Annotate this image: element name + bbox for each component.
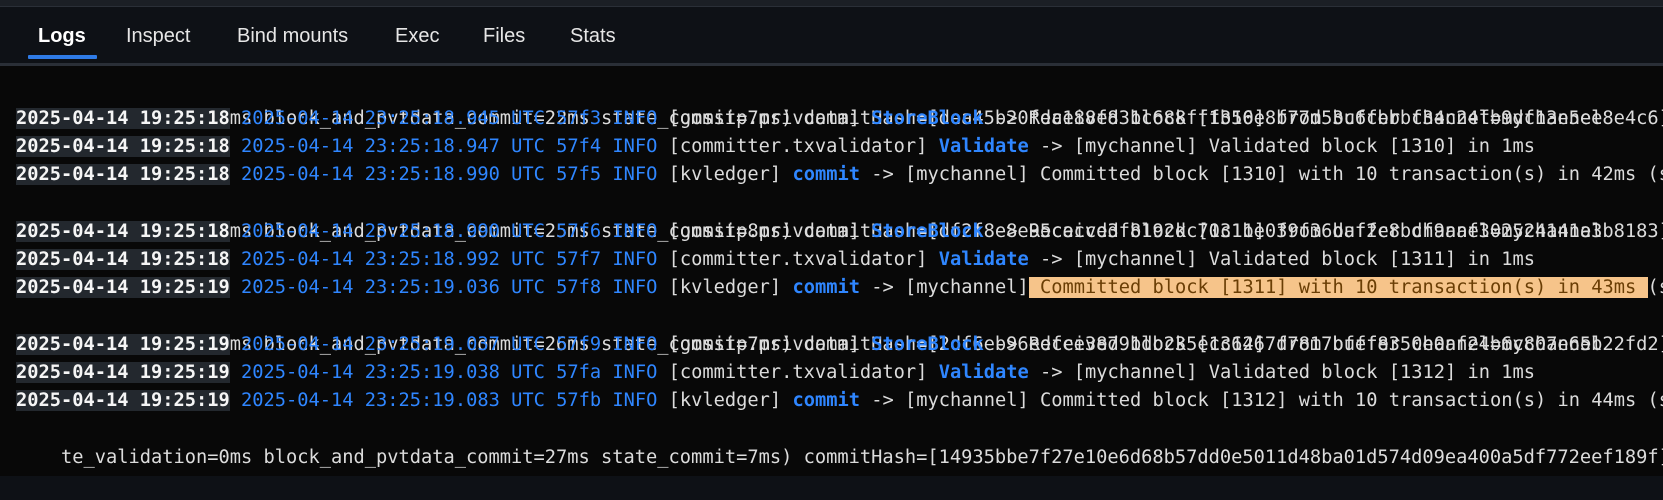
log-line: 2025-04-14 19:25:18 2025-04-14 23:25:18.… — [16, 105, 1603, 133]
log-id: 57f6 — [556, 221, 602, 242]
log-line: 2025-04-14 19:25:19 2025-04-14 23:25:19.… — [16, 359, 1535, 387]
host-timestamp: 2025-04-14 19:25:19 — [16, 277, 230, 298]
tab-bar: Logs Inspect Bind mounts Exec Files Stat… — [0, 7, 1663, 64]
log-continuation: te_validation=0ms block_and_pvtdata_comm… — [61, 447, 1663, 468]
log-output[interactable]: te_validation=0ms block_and_pvtdata_comm… — [0, 63, 1663, 476]
log-line: te_validation=0ms block_and_pvtdata_comm… — [16, 416, 1663, 468]
log-message: -> [mychannel] Committed block [1310] wi… — [859, 164, 1663, 185]
log-level: INFO — [612, 136, 658, 157]
log-module: [kvledger] — [668, 164, 782, 185]
log-message: -> Received block [1310] from buffer cha… — [983, 108, 1603, 129]
log-module: [kvledger] — [668, 390, 782, 411]
log-line: te_validation=0ms block_and_pvtdata_comm… — [16, 190, 1663, 242]
log-id: 57f8 — [556, 277, 602, 298]
log-function: Validate — [938, 136, 1029, 157]
tab-bind-mounts[interactable]: Bind mounts — [237, 25, 348, 48]
log-level: INFO — [612, 249, 658, 270]
log-message: -> Received block [1311] from buffer cha… — [983, 221, 1603, 242]
log-module: [kvledger] — [668, 277, 782, 298]
log-function: StoreBlock — [871, 334, 984, 355]
log-module: [gossip.privdata] — [668, 221, 860, 242]
log-function: commit — [792, 164, 860, 185]
log-level: INFO — [612, 362, 658, 383]
log-timestamp: 2025-04-14 23:25:18.990 UTC — [241, 221, 545, 242]
log-id: 57f4 — [556, 136, 602, 157]
log-timestamp: 2025-04-14 23:25:19.037 UTC — [241, 334, 545, 355]
log-id: 57fa — [556, 362, 602, 383]
log-message: -> [mychannel] Validated block [1311] in… — [1028, 249, 1536, 270]
host-timestamp: 2025-04-14 19:25:19 — [16, 390, 230, 411]
log-timestamp: 2025-04-14 23:25:19.083 UTC — [241, 390, 545, 411]
active-tab-indicator — [28, 55, 97, 59]
log-line: 2025-04-14 19:25:19 2025-04-14 23:25:19.… — [16, 274, 1663, 302]
log-module: [gossip.privdata] — [668, 108, 860, 129]
log-message: -> Received block [1312] from buffer cha… — [983, 334, 1603, 355]
log-level: INFO — [612, 390, 658, 411]
tab-inspect[interactable]: Inspect — [126, 25, 190, 48]
log-line: te_validation=0ms block_and_pvtdata_comm… — [16, 303, 1663, 355]
log-function: commit — [792, 390, 860, 411]
log-level: INFO — [612, 277, 658, 298]
log-timestamp: 2025-04-14 23:25:19.038 UTC — [241, 362, 545, 383]
log-timestamp: 2025-04-14 23:25:18.947 UTC — [241, 136, 545, 157]
log-function: StoreBlock — [871, 221, 984, 242]
log-level: INFO — [612, 334, 658, 355]
log-message-tail: (sta — [1647, 277, 1663, 298]
log-timestamp: 2025-04-14 23:25:18.992 UTC — [241, 249, 545, 270]
log-module: [committer.txvalidator] — [668, 249, 928, 270]
log-message: -> [mychannel] Committed block [1312] wi… — [859, 390, 1663, 411]
log-module: [committer.txvalidator] — [668, 362, 928, 383]
log-line: te_validation=0ms block_and_pvtdata_comm… — [16, 77, 1663, 129]
host-timestamp: 2025-04-14 19:25:18 — [16, 221, 230, 242]
tab-logs[interactable]: Logs — [38, 25, 86, 48]
log-id: 57f9 — [556, 334, 602, 355]
tab-exec[interactable]: Exec — [395, 25, 439, 48]
host-timestamp: 2025-04-14 19:25:18 — [16, 136, 230, 157]
log-id: 57f5 — [556, 164, 602, 185]
search-highlight: Committed block [1311] with 10 transacti… — [1028, 277, 1648, 298]
log-line: 2025-04-14 19:25:19 2025-04-14 23:25:19.… — [16, 331, 1603, 359]
log-timestamp: 2025-04-14 23:25:18.945 UTC — [241, 108, 545, 129]
log-id: 57f7 — [556, 249, 602, 270]
log-id: 57fb — [556, 390, 602, 411]
host-timestamp: 2025-04-14 19:25:18 — [16, 108, 230, 129]
log-timestamp: 2025-04-14 23:25:18.990 UTC — [241, 164, 545, 185]
host-timestamp: 2025-04-14 19:25:18 — [16, 249, 230, 270]
log-module: [gossip.privdata] — [668, 334, 860, 355]
log-line: 2025-04-14 19:25:19 2025-04-14 23:25:19.… — [16, 387, 1663, 415]
log-line: 2025-04-14 19:25:18 2025-04-14 23:25:18.… — [16, 246, 1535, 274]
log-function: Validate — [938, 249, 1029, 270]
host-timestamp: 2025-04-14 19:25:19 — [16, 334, 230, 355]
top-strip — [0, 0, 1663, 7]
log-module: [committer.txvalidator] — [668, 136, 928, 157]
log-line: 2025-04-14 19:25:18 2025-04-14 23:25:18.… — [16, 161, 1663, 189]
host-timestamp: 2025-04-14 19:25:18 — [16, 164, 230, 185]
tab-files[interactable]: Files — [483, 25, 525, 48]
log-line: 2025-04-14 19:25:18 2025-04-14 23:25:18.… — [16, 218, 1603, 246]
log-level: INFO — [612, 108, 658, 129]
host-timestamp: 2025-04-14 19:25:19 — [16, 362, 230, 383]
log-function: commit — [792, 277, 860, 298]
log-line: 2025-04-14 19:25:18 2025-04-14 23:25:18.… — [16, 133, 1535, 161]
log-message: -> [mychannel] — [859, 277, 1029, 298]
log-timestamp: 2025-04-14 23:25:19.036 UTC — [241, 277, 545, 298]
tab-stats[interactable]: Stats — [570, 25, 616, 48]
log-message: -> [mychannel] Validated block [1310] in… — [1028, 136, 1536, 157]
log-level: INFO — [612, 221, 658, 242]
log-id: 57f3 — [556, 108, 602, 129]
log-function: StoreBlock — [871, 108, 984, 129]
log-message: -> [mychannel] Validated block [1312] in… — [1028, 362, 1536, 383]
log-function: Validate — [938, 362, 1029, 383]
log-level: INFO — [612, 164, 658, 185]
